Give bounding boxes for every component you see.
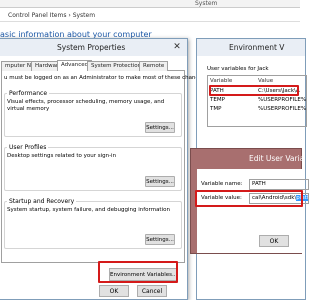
environment-variables-title: Environment V <box>229 43 285 52</box>
edit-user-variable-title-bar[interactable]: Edit User Varia <box>191 149 305 166</box>
advanced-tab-panel: u must be logged on as an Administrator … <box>1 71 207 281</box>
environment-variables-title-bar[interactable]: Environment V <box>197 39 305 56</box>
ok-button[interactable]: OK <box>99 285 129 297</box>
variable-name: TMP <box>210 106 222 112</box>
edit-user-variable-title: Edit User Varia <box>249 154 305 163</box>
user-profiles-label: User Profiles <box>7 144 49 151</box>
variable-value-highlight <box>195 190 303 207</box>
performance-label: Performance <box>7 90 50 97</box>
user-profiles-group: User Profiles Desktop settings related t… <box>4 144 182 191</box>
user-variables-table: Variable Value PATH C:\Users\Jack\A TEMP… <box>207 75 307 127</box>
breadcrumb[interactable]: Control Panel Items › System <box>8 12 95 19</box>
edit-user-variable-body: Variable name: PATH Variable value: cal\… <box>195 169 309 253</box>
explorer-title: System <box>195 0 218 7</box>
performance-desc: Visual effects, processor scheduling, me… <box>7 99 165 112</box>
tab-system-protection[interactable]: System Protection <box>87 61 146 71</box>
variable-name: TEMP <box>210 97 225 103</box>
user-variables-label: User variables for Jack <box>207 66 269 72</box>
path-row-highlight <box>209 85 299 96</box>
edit-user-variable-dialog: Edit User Varia Variable name: PATH Vari… <box>190 148 309 254</box>
env-button-highlight <box>98 261 178 283</box>
user-profiles-settings-button[interactable]: Settings... <box>145 176 175 187</box>
startup-recovery-group: Startup and Recovery System startup, sys… <box>4 198 182 249</box>
variable-value: %USERPROFILE% <box>258 97 307 103</box>
cancel-button[interactable]: Cancel <box>137 285 167 297</box>
tab-remote[interactable]: Remote <box>139 61 169 71</box>
system-properties-title: System Properties <box>57 43 126 52</box>
variable-value: %USERPROFILE% <box>258 106 307 112</box>
column-header-value: Value <box>258 78 274 84</box>
performance-group: Performance Visual effects, processor sc… <box>4 90 182 137</box>
startup-recovery-label: Startup and Recovery <box>7 198 77 205</box>
table-row[interactable]: TMP %USERPROFILE% <box>208 106 306 114</box>
performance-settings-button[interactable]: Settings... <box>145 122 175 133</box>
close-icon[interactable]: ✕ <box>171 41 183 53</box>
variable-name-label: Variable name: <box>201 181 243 187</box>
explorer-address-bar[interactable]: Control Panel Items › System <box>0 10 300 22</box>
variable-name-field[interactable]: PATH <box>249 179 309 190</box>
table-row[interactable]: TEMP %USERPROFILE% <box>208 97 306 105</box>
user-profiles-desc: Desktop settings related to your sign-in <box>7 153 117 159</box>
startup-recovery-settings-button[interactable]: Settings... <box>145 234 175 245</box>
explorer-title-bar: System <box>0 0 300 8</box>
system-properties-dialog: System Properties ✕ mputer Name Hardware… <box>0 38 207 300</box>
system-properties-title-bar[interactable]: System Properties ✕ <box>0 39 187 56</box>
admin-note: u must be logged on as an Administrator … <box>4 75 207 81</box>
tab-strip: mputer Name Hardware Advanced System Pro… <box>1 60 185 71</box>
variable-name-value: PATH <box>252 181 266 187</box>
edit-ok-button[interactable]: OK <box>259 235 289 247</box>
startup-recovery-desc: System startup, system failure, and debu… <box>7 207 170 213</box>
column-header-variable: Variable <box>210 78 233 84</box>
